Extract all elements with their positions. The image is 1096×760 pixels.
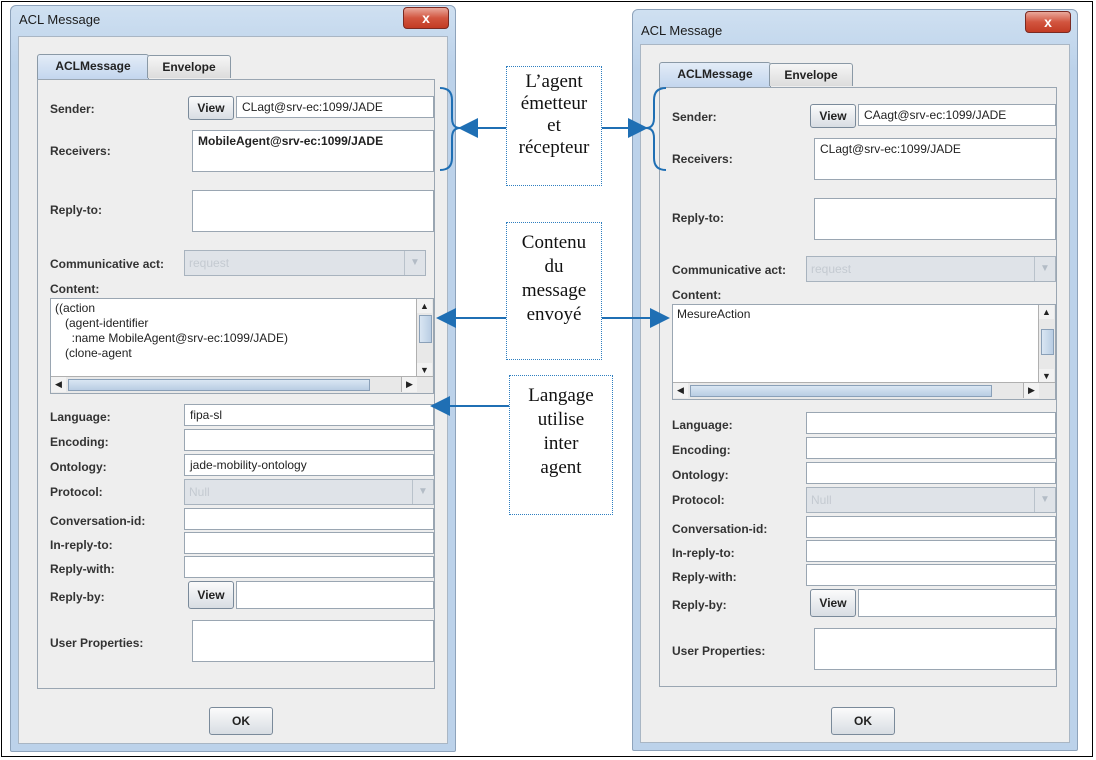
brace-left: [439, 87, 461, 171]
annotation-arrows: [430, 87, 670, 416]
brace-right: [645, 87, 667, 171]
